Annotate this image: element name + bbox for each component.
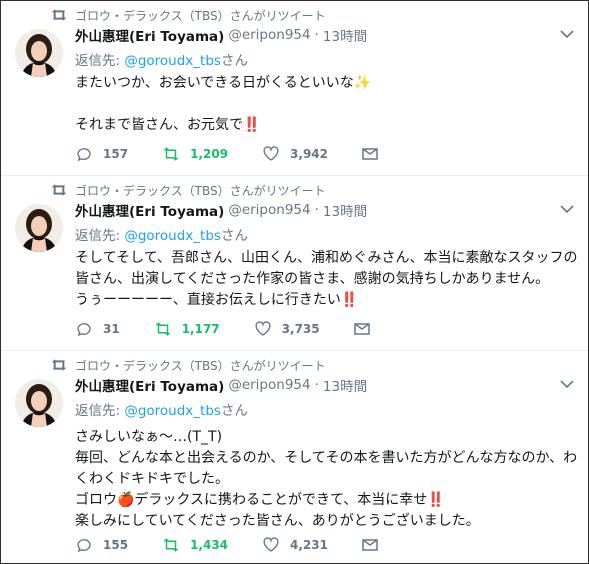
tweet-text-line: 毎回、どんな本と出会えるのか、そしてその本を書いた方がどんな方なのか、わ [75,450,578,466]
reply-button[interactable]: 157 [75,145,128,163]
tweet-header: 外山惠理(Eri Toyama) @eripon954 · 13時間 [75,200,367,220]
timestamp[interactable]: 13時間 [323,200,367,220]
reply-prefix: 返信先: [75,228,125,244]
tweet-text-line: またいつか、お会いできる日がくるといいな✨ [75,75,372,91]
timestamp[interactable]: 13時間 [323,25,367,45]
reply-context: 返信先: @goroudx_tbsさん [75,224,248,244]
direct-message-button[interactable] [362,147,388,161]
separator-dot: · [314,377,319,393]
like-button[interactable]: 3,735 [254,320,320,338]
reply-to-link[interactable]: @goroudx_tbs [124,403,221,419]
tweet-text-line: 楽しみにしていてくださった皆さん、ありがとうございました。 [75,513,480,529]
author-name[interactable]: 外山惠理(Eri Toyama) [75,375,224,395]
reply-icon [77,148,91,162]
reply-button[interactable]: 155 [75,536,128,554]
reply-prefix: 返信先: [75,53,125,69]
tweet-text: さみしいなぁ〜…(T_T) 毎回、どんな本と出会えるのか、そしてその本を書いた方… [75,427,580,532]
reply-suffix: さん [220,228,248,244]
like-count: 3,735 [281,322,320,336]
like-button[interactable]: 4,231 [262,536,328,554]
chevron-down-icon[interactable] [560,29,574,39]
reply-to-link[interactable]: @goroudx_tbs [124,228,221,244]
heart-icon [263,537,279,552]
retweet-context: ゴロウ・デラックス（TBS）さんがリツイート [51,7,326,23]
reply-prefix: 返信先: [75,403,125,419]
tweet-text-line: うぅーーーーー、直接お伝えしに行きたい‼️ [75,292,359,308]
like-count: 3,942 [290,147,328,161]
envelope-icon [362,148,378,160]
author-handle[interactable]: @eripon954 [228,377,310,393]
envelope-icon [353,323,370,335]
retweet-button[interactable]: 1,209 [162,145,228,163]
tweet-card[interactable]: ゴロウ・デラックス（TBS）さんがリツイート 外山惠理(Eri Toyama) … [1,176,588,351]
tweet-actions: 155 1,434 4,231 [75,535,422,555]
reply-to-link[interactable]: @goroudx_tbs [124,53,221,69]
reply-context: 返信先: @goroudx_tbsさん [75,399,248,419]
author-name[interactable]: 外山惠理(Eri Toyama) [75,25,224,45]
tweet-text-line: それまで皆さん、お元気で‼️ [75,117,261,133]
avatar[interactable] [15,379,63,427]
separator-dot: · [314,202,319,218]
tweet-text-line: ゴロウ🍎デラックスに携わることができて、本当に幸せ‼️ [75,492,445,508]
heart-icon [255,321,271,336]
heart-icon [263,146,279,161]
tweet-text: またいつか、お会いできる日がくるといいな✨ それまで皆さん、お元気で‼️ [75,73,580,136]
tweet-card[interactable]: ゴロウ・デラックス（TBS）さんがリツイート 外山惠理(Eri Toyama) … [1,351,588,563]
tweet-actions: 31 1,177 3,735 [75,319,414,339]
retweet-small-icon [51,9,67,21]
tweet-header: 外山惠理(Eri Toyama) @eripon954 · 13時間 [75,25,367,45]
tweet-actions: 157 1,209 3,942 [75,144,422,164]
like-button[interactable]: 3,942 [262,145,328,163]
tweet-text-line: くわくドキドキでした。 [75,471,229,487]
chevron-down-icon[interactable] [560,204,574,214]
retweet-count: 1,177 [181,322,220,336]
reply-context: 返信先: @goroudx_tbsさん [75,49,248,69]
retweet-button[interactable]: 1,434 [162,536,228,554]
direct-message-button[interactable] [362,538,388,552]
retweet-context-label: ゴロウ・デラックス（TBS）さんがリツイート [75,8,326,23]
reply-suffix: さん [220,53,248,69]
retweet-context-label: ゴロウ・デラックス（TBS）さんがリツイート [75,183,326,198]
tweet-card[interactable]: ゴロウ・デラックス（TBS）さんがリツイート 外山惠理(Eri Toyama) … [1,1,588,176]
author-name[interactable]: 外山惠理(Eri Toyama) [75,200,224,220]
tweet-text: そしてそして、吾郎さん、山田くん、浦和めぐみさん、本当に素敵なスタッフの 皆さん… [75,248,580,311]
tweet-text-line [75,94,580,115]
reply-count: 155 [103,538,129,552]
tweet-text-line: そしてそして、吾郎さん、山田くん、浦和めぐみさん、本当に素敵なスタッフの [75,250,578,266]
separator-dot: · [314,27,319,43]
retweet-context-label: ゴロウ・デラックス（TBS）さんがリツイート [75,358,326,373]
retweet-small-icon [51,359,67,371]
retweet-icon [163,147,179,161]
reply-count: 157 [103,147,129,161]
retweet-context: ゴロウ・デラックス（TBS）さんがリツイート [51,182,326,198]
reply-icon [77,539,91,553]
avatar[interactable] [15,29,63,77]
reply-suffix: さん [220,403,248,419]
retweet-icon [163,538,179,552]
author-handle[interactable]: @eripon954 [228,27,310,43]
like-count: 4,231 [290,538,328,552]
retweet-button[interactable]: 1,177 [154,320,220,338]
tweet-text-line: 皆さん、出演してくださった作家の皆さま、感謝の気持ちしかありません。 [75,271,550,287]
tweet-text-line: さみしいなぁ〜…(T_T) [75,429,223,445]
reply-count: 31 [103,322,120,336]
envelope-icon [362,539,378,551]
retweet-icon [155,322,171,336]
reply-button[interactable]: 31 [75,320,120,338]
tweet-header: 外山惠理(Eri Toyama) @eripon954 · 13時間 [75,375,367,395]
retweet-context: ゴロウ・デラックス（TBS）さんがリツイート [51,357,326,373]
author-handle[interactable]: @eripon954 [228,202,310,218]
retweet-small-icon [51,184,67,196]
retweet-count: 1,209 [190,147,229,161]
reply-icon [77,323,91,337]
direct-message-button[interactable] [353,322,380,336]
timeline: ゴロウ・デラックス（TBS）さんがリツイート 外山惠理(Eri Toyama) … [0,0,589,564]
avatar[interactable] [15,204,63,252]
chevron-down-icon[interactable] [560,379,574,389]
timestamp[interactable]: 13時間 [323,375,367,395]
retweet-count: 1,434 [190,538,229,552]
